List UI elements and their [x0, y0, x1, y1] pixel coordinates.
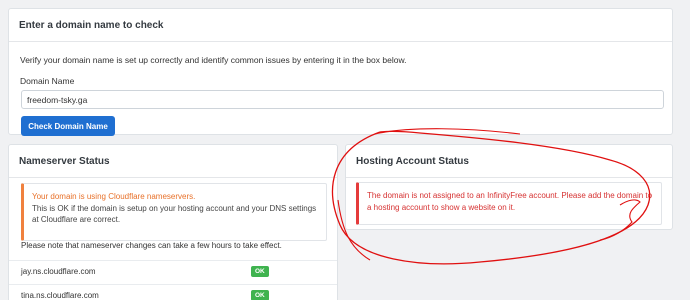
domain-check-description: Verify your domain name is set up correc… — [20, 55, 407, 65]
nameserver-propagation-note: Please note that nameserver changes can … — [21, 241, 282, 250]
nameserver-name: tina.ns.cloudflare.com — [21, 291, 99, 300]
cloudflare-alert-body: This is OK if the domain is setup on you… — [32, 203, 317, 225]
nameserver-name: jay.ns.cloudflare.com — [21, 267, 96, 276]
nameserver-row: jay.ns.cloudflare.com OK — [9, 260, 337, 282]
domain-name-input[interactable] — [21, 90, 664, 109]
nameserver-status-card: Nameserver Status Your domain is using C… — [8, 144, 338, 300]
hosting-account-status-card: Hosting Account Status The domain is not… — [345, 144, 673, 230]
hosting-account-status-title: Hosting Account Status — [346, 145, 672, 178]
cloudflare-alert: Your domain is using Cloudflare nameserv… — [21, 183, 327, 241]
domain-check-title: Enter a domain name to check — [9, 9, 672, 42]
domain-name-label: Domain Name — [20, 76, 75, 86]
status-badge: OK — [251, 290, 269, 300]
hosting-error-text: The domain is not assigned to an Infinit… — [367, 191, 653, 212]
hosting-error-alert: The domain is not assigned to an Infinit… — [356, 182, 662, 225]
check-domain-button[interactable]: Check Domain Name — [21, 116, 115, 136]
status-badge: OK — [251, 266, 269, 277]
nameserver-row: tina.ns.cloudflare.com OK — [9, 284, 337, 300]
cloudflare-alert-title: Your domain is using Cloudflare nameserv… — [32, 192, 196, 201]
domain-check-card: Enter a domain name to check Verify your… — [8, 8, 673, 136]
nameserver-status-title: Nameserver Status — [9, 145, 337, 178]
